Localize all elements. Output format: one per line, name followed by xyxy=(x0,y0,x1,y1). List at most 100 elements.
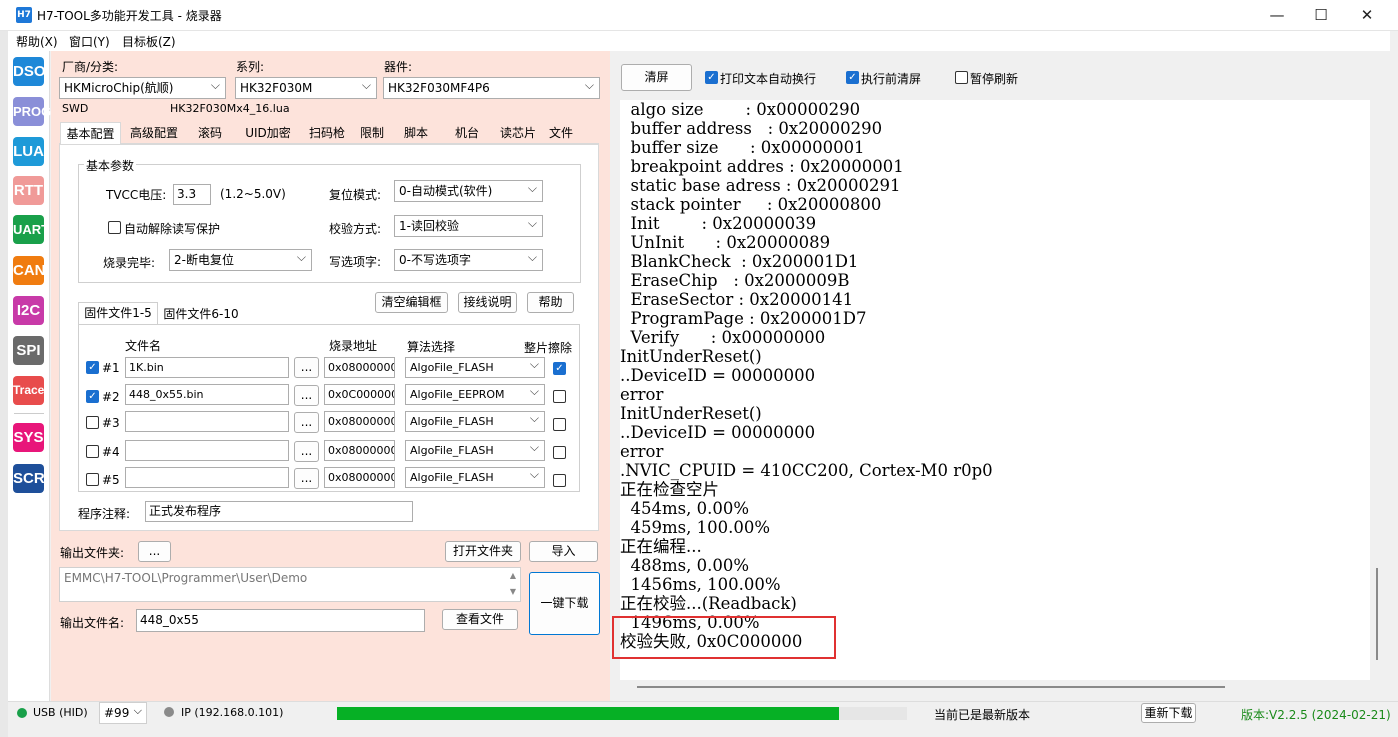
tab-firmware-1-5[interactable]: 固件文件1-5 xyxy=(78,302,158,324)
tab-machine[interactable]: 机台 xyxy=(446,122,488,144)
tab-read-chip[interactable]: 读芯片 xyxy=(494,122,542,144)
tab-firmware-6-10[interactable]: 固件文件6-10 xyxy=(160,305,242,324)
file-1-checkbox[interactable]: ✓ xyxy=(86,361,99,374)
file-4-checkbox[interactable] xyxy=(86,445,99,458)
file-2-erase-checkbox[interactable] xyxy=(553,390,566,403)
file-1-browse-button[interactable]: ... xyxy=(294,357,319,378)
vendor-select[interactable]: HKMicroChip(航顺) xyxy=(59,77,226,99)
dso-button[interactable]: DSO xyxy=(13,57,46,86)
file-1-address-input[interactable]: 0x08000000 xyxy=(324,357,395,378)
reset-mode-select[interactable]: 0-自动模式(软件) xyxy=(394,180,543,202)
import-button[interactable]: 导入 xyxy=(529,541,598,562)
tab-file[interactable]: 文件 xyxy=(545,122,577,144)
menu-window[interactable]: 窗口(Y) xyxy=(69,33,110,50)
tab-script[interactable]: 脚本 xyxy=(396,122,436,144)
console-horizontal-scrollbar[interactable] xyxy=(637,686,1225,688)
basic-params-title: 基本参数 xyxy=(84,157,137,174)
tvcc-range: (1.2~5.0V) xyxy=(220,187,286,201)
file-5-name-input[interactable] xyxy=(125,467,289,488)
file-4-algo-select[interactable]: AlgoFile_FLASH xyxy=(405,440,545,461)
one-click-download-button[interactable]: 一键下载 xyxy=(529,572,600,635)
scr-button[interactable]: SCR xyxy=(13,464,45,493)
tab-basic[interactable]: 基本配置 xyxy=(60,122,121,144)
wiring-button[interactable]: 接线说明 xyxy=(458,292,517,313)
menu-help[interactable]: 帮助(X) xyxy=(16,33,58,50)
file-3-address-input[interactable]: 0x08000000 xyxy=(324,411,395,432)
file-5-checkbox[interactable] xyxy=(86,473,99,486)
note-input[interactable]: 正式发布程序 xyxy=(145,501,413,522)
file-3-erase-checkbox[interactable] xyxy=(553,418,566,431)
window-edge xyxy=(0,31,8,737)
help-button[interactable]: 帮助 xyxy=(527,292,574,313)
close-button[interactable]: ✕ xyxy=(1344,0,1390,31)
file-2-algo-select[interactable]: AlgoFile_EEPROM xyxy=(405,384,545,405)
console-line: buffer address : 0x20000290 xyxy=(620,119,883,138)
file-4-browse-button[interactable]: ... xyxy=(294,441,319,462)
redownload-button[interactable]: 重新下载 xyxy=(1141,703,1196,723)
console-line: InitUnderReset() xyxy=(620,347,762,366)
option-bytes-label: 写选项字: xyxy=(329,255,382,269)
file-3-browse-button[interactable]: ... xyxy=(294,412,319,433)
progress-fill xyxy=(337,707,839,720)
sys-button[interactable]: SYS xyxy=(13,423,44,452)
file-4-name-input[interactable] xyxy=(125,440,289,461)
tvcc-input[interactable]: 3.3 xyxy=(173,184,211,205)
clear-screen-button[interactable]: 清屏 xyxy=(621,64,692,91)
rtt-button[interactable]: RTT xyxy=(13,176,44,205)
file-5-browse-button[interactable]: ... xyxy=(294,468,319,489)
console-vertical-scrollbar[interactable] xyxy=(1376,568,1378,660)
lua-button[interactable]: LUA xyxy=(13,137,44,166)
tab-limit[interactable]: 限制 xyxy=(355,122,389,144)
output-name-input[interactable]: 448_0x55 xyxy=(136,609,425,632)
wrap-text-checkbox[interactable]: ✓ xyxy=(705,71,718,84)
device-number-select[interactable]: #99 ⌵ xyxy=(99,702,147,724)
tab-rolling-code[interactable]: 滚码 xyxy=(188,122,232,144)
file-1-erase-checkbox[interactable]: ✓ xyxy=(553,362,566,375)
clear-before-run-checkbox[interactable]: ✓ xyxy=(846,71,859,84)
file-2-browse-button[interactable]: ... xyxy=(294,385,319,406)
file-2-checkbox[interactable]: ✓ xyxy=(86,390,99,403)
file-5-address-input[interactable]: 0x08000000 xyxy=(324,467,395,488)
file-5-algo-select[interactable]: AlgoFile_FLASH xyxy=(405,467,545,488)
can-button[interactable]: CAN xyxy=(13,256,46,285)
unprotect-checkbox[interactable] xyxy=(108,221,121,234)
file-5-erase-checkbox[interactable] xyxy=(553,474,566,487)
file-3-algo-select[interactable]: AlgoFile_FLASH xyxy=(405,411,545,432)
file-4-address-input[interactable]: 0x08000000 xyxy=(324,440,395,461)
pause-refresh-checkbox[interactable] xyxy=(955,71,968,84)
minimize-button[interactable]: — xyxy=(1254,0,1300,31)
done-action-label: 烧录完毕: xyxy=(103,256,156,270)
file-1-name-input[interactable]: 1K.bin xyxy=(125,357,289,378)
file-1-algo-select[interactable]: AlgoFile_FLASH xyxy=(405,357,545,378)
file-2-address-input[interactable]: 0x0C000000 xyxy=(324,384,395,405)
console-output[interactable]: algo size : 0x00000290 buffer address : … xyxy=(620,100,1370,680)
verify-mode-select[interactable]: 1-读回校验 xyxy=(394,215,543,237)
device-select[interactable]: HK32F030MF4P6 xyxy=(383,77,600,99)
trace-button[interactable]: Trace xyxy=(13,376,44,405)
output-folder-browse-button[interactable]: ... xyxy=(138,541,171,562)
path-scroll-arrows[interactable]: ▲ ▼ xyxy=(506,568,520,601)
tab-advanced[interactable]: 高级配置 xyxy=(123,122,185,144)
file-3-name-input[interactable] xyxy=(125,411,289,432)
uart-button[interactable]: UART xyxy=(13,215,49,244)
option-bytes-select[interactable]: 0-不写选项字 xyxy=(394,249,543,271)
file-5-tag: #5 xyxy=(102,473,120,487)
file-2-name-input[interactable]: 448_0x55.bin xyxy=(125,384,289,405)
console-line: ..DeviceID = 00000000 xyxy=(620,366,816,385)
series-select[interactable]: HK32F030M xyxy=(235,77,377,99)
clear-edit-button[interactable]: 清空编辑框 xyxy=(375,292,448,313)
reset-mode-label: 复位模式: xyxy=(329,188,382,202)
menu-target-board[interactable]: 目标板(Z) xyxy=(122,33,176,50)
tab-uid-encrypt[interactable]: UID加密 xyxy=(236,122,300,144)
spi-button[interactable]: SPI xyxy=(13,336,44,365)
prog-button[interactable]: PROG xyxy=(13,97,51,126)
file-4-erase-checkbox[interactable] xyxy=(553,446,566,459)
view-file-button[interactable]: 查看文件 xyxy=(442,609,518,630)
output-path-box[interactable]: EMMC\H7-TOOL\Programmer\User\Demo xyxy=(59,567,521,602)
open-folder-button[interactable]: 打开文件夹 xyxy=(445,541,521,562)
i2c-button[interactable]: I2C xyxy=(13,296,44,325)
file-3-checkbox[interactable] xyxy=(86,416,99,429)
tab-scanner[interactable]: 扫码枪 xyxy=(302,122,352,144)
done-action-select[interactable]: 2-断电复位 xyxy=(169,249,312,271)
maximize-button[interactable]: ☐ xyxy=(1298,0,1344,31)
